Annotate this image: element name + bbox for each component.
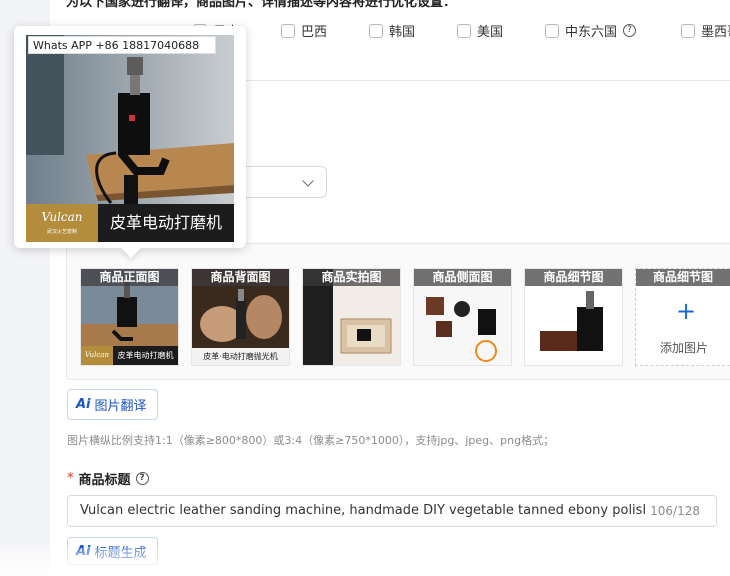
preview-brand-bar: Vulcan 武汉火艺皮制 皮革电动打磨机 [26, 204, 234, 242]
country-checkbox-mexico[interactable]: 墨西哥 [681, 21, 730, 40]
help-icon[interactable]: ? [135, 472, 149, 485]
help-icon[interactable]: ? [623, 24, 637, 37]
add-image-button[interactable]: 商品细节图 + 添加图片 [635, 268, 730, 366]
preview-product-title: 皮革电动打磨机 [98, 204, 234, 242]
ai-icon: Ai [76, 397, 91, 412]
country-label: 美国 [477, 25, 504, 40]
thumb-brand-bar: Vulcan 皮革电动打磨机 [81, 346, 178, 365]
translate-countries-header: 为以下国家进行翻译，商品图片、详情描述等内容将进行优化设置： [66, 0, 457, 10]
thumb-title: 皮革电动打磨机 [113, 346, 178, 365]
checkbox-box[interactable] [369, 23, 383, 38]
country-checkbox-brazil[interactable]: 巴西 [281, 21, 327, 40]
scroll-fade [0, 548, 730, 576]
product-title-input[interactable]: Vulcan electric leather sanding machine,… [67, 495, 717, 527]
image-thumb-real[interactable]: 商品实拍图 [302, 268, 401, 366]
brand-logo: Vulcan 武汉火艺皮制 [26, 204, 98, 242]
checkbox-box[interactable] [281, 23, 295, 38]
char-count: 106/128 [650, 504, 700, 518]
product-title-label: * 商品标题 ? [67, 469, 149, 488]
brand-logo: Vulcan [81, 346, 113, 365]
required-mark: * [67, 471, 74, 486]
chevron-down-icon [302, 175, 314, 187]
thumb-caption: 商品侧面图 [414, 269, 511, 286]
country-checkbox-usa[interactable]: 美国 [457, 21, 503, 40]
country-checkbox-korea[interactable]: 韩国 [369, 21, 415, 40]
add-image-label: 添加图片 [660, 341, 709, 355]
checkbox-box[interactable] [457, 23, 471, 38]
brand-logo-sub: 武汉火艺皮制 [46, 229, 77, 235]
thumb-caption: 商品实拍图 [303, 269, 400, 286]
whatsapp-contact: Whats APP +86 18817040688 [28, 36, 216, 54]
country-label: 韩国 [389, 25, 416, 40]
thumb-title: 皮革·电动打磨抛光机 [192, 348, 289, 365]
image-format-hint: 图片横纵比例支持1:1（像素≥800*800）或3:4（像素≥750*1000）… [67, 434, 555, 447]
country-label: 墨西哥 [701, 25, 730, 40]
brand-logo-text: Vulcan [41, 210, 83, 224]
label-text: 商品标题 [78, 473, 131, 488]
image-preview-popover: Vulcan 武汉火艺皮制 皮革电动打磨机 Whats APP +86 1881… [14, 26, 246, 258]
plus-icon: + [676, 297, 697, 325]
thumb-caption: 商品正面图 [81, 269, 178, 286]
image-thumb-side[interactable]: 商品侧面图 [413, 268, 512, 366]
image-thumb-back[interactable]: 商品背面图 皮革·电动打磨抛光机 [191, 268, 290, 366]
title-input-value: Vulcan electric leather sanding machine,… [80, 503, 645, 518]
thumb-bottom-bar: 皮革·电动打磨抛光机 [192, 348, 289, 365]
thumb-caption: 商品细节图 [525, 269, 622, 286]
image-translate-button[interactable]: Ai 图片翻译 [67, 389, 158, 420]
button-label: 图片翻译 [94, 399, 147, 414]
checkbox-box[interactable] [545, 23, 559, 38]
country-label: 巴西 [301, 25, 328, 40]
image-thumb-detail[interactable]: 商品细节图 [524, 268, 623, 366]
preview-image: Vulcan 武汉火艺皮制 皮革电动打磨机 [26, 35, 234, 242]
country-label: 中东六国 [565, 25, 618, 40]
checkbox-box[interactable] [681, 23, 695, 38]
image-thumb-front[interactable]: 商品正面图 Vulcan 皮革电动打磨机 [80, 268, 179, 366]
thumb-caption: 商品细节图 [636, 269, 730, 286]
thumb-caption: 商品背面图 [192, 269, 289, 286]
country-checkbox-middle-east[interactable]: 中东六国 ? [545, 21, 637, 40]
